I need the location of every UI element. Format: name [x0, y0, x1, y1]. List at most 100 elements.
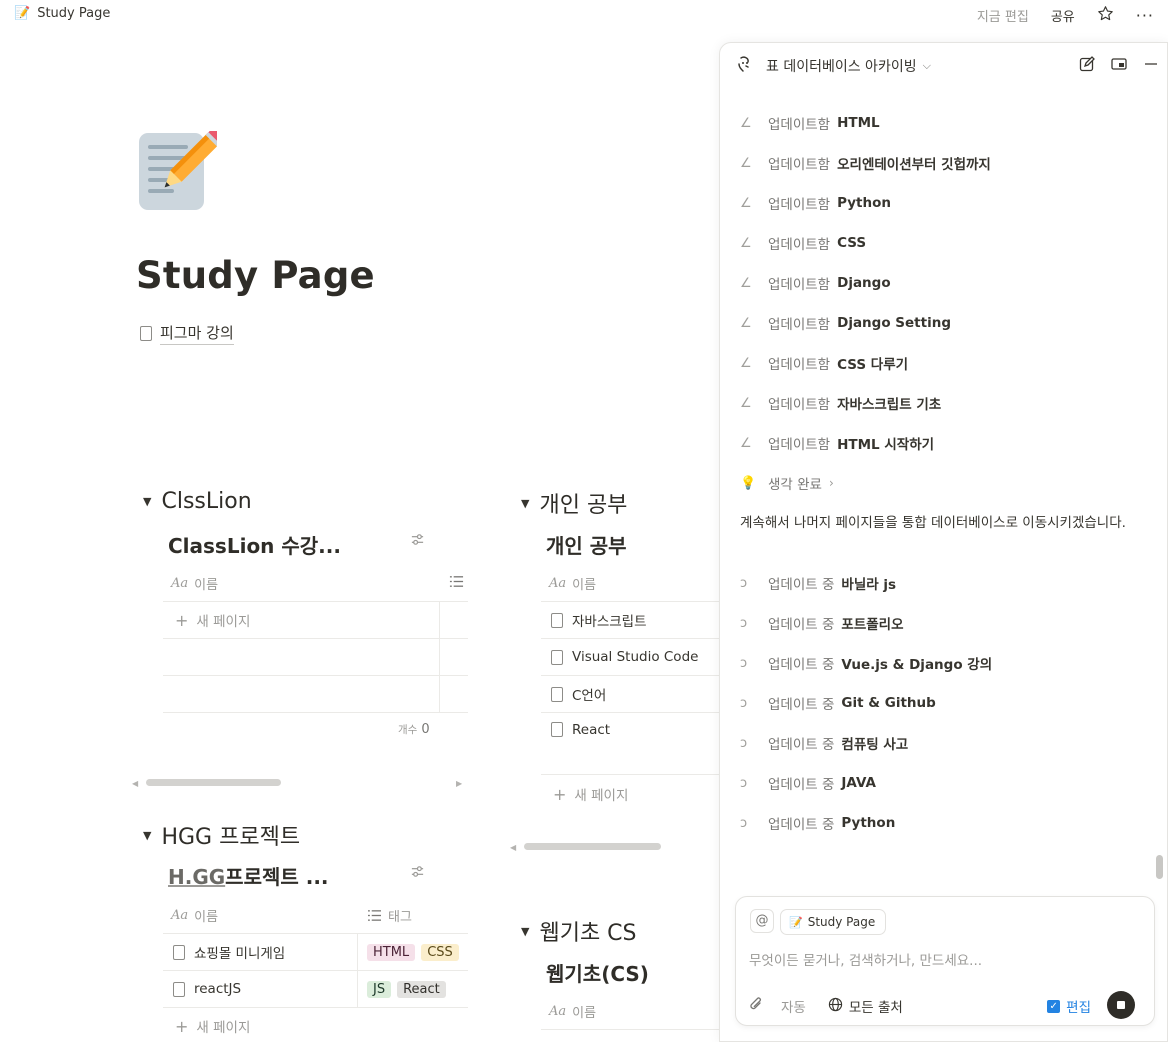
column-header-name[interactable]: 이름	[194, 574, 218, 593]
page-title[interactable]: Study Page	[136, 254, 375, 297]
list-item[interactable]: ↄ 업데이트 중 Vue.js & Django 강의	[740, 653, 993, 674]
scroll-left-icon[interactable]: ◀	[132, 779, 138, 788]
item-verb: 업데이트 중	[768, 577, 835, 593]
list-item[interactable]: ↄ 업데이트 중 바닐라 js	[740, 573, 896, 594]
edit-toggle[interactable]: ✓ 편집	[1047, 996, 1091, 1016]
list-item[interactable]: ∠ 업데이트함 CSS	[740, 233, 866, 253]
database-title[interactable]: H.GG프로젝트 ...	[168, 861, 329, 890]
column-header-tags[interactable]: 태그	[367, 906, 412, 925]
item-object: HTML 시작하기	[837, 437, 935, 453]
table-row[interactable]	[163, 639, 468, 676]
list-item[interactable]: ∠ 업데이트함 오리엔테이션부터 깃헙까지	[740, 153, 991, 174]
star-icon[interactable]	[1097, 5, 1114, 26]
scroll-right-icon[interactable]: ▶	[456, 779, 462, 788]
model-auto-button[interactable]: 자동	[781, 996, 806, 1016]
horizontal-scrollbar[interactable]	[146, 779, 281, 786]
count-value: 0	[421, 722, 430, 737]
settings-sliders-icon[interactable]	[410, 532, 425, 551]
toggle-clsslion[interactable]: ▼ ClssLion	[143, 489, 252, 514]
column-header-name[interactable]: 이름	[572, 574, 596, 593]
conversation-title-dropdown[interactable]: 표 데이터베이스 아카이빙 ⌵	[766, 56, 931, 76]
sources-button[interactable]: 모든 출처	[828, 996, 903, 1016]
database-title[interactable]: 웹기초(CS)	[546, 958, 649, 987]
share-button[interactable]: 공유	[1051, 6, 1075, 25]
tag-cell[interactable]: JS React	[367, 980, 452, 998]
context-chip[interactable]: 📝 Study Page	[780, 909, 887, 935]
list-item[interactable]: ∠ 업데이트함 Django	[740, 273, 891, 293]
database-title[interactable]: 개인 공부	[546, 530, 627, 559]
toggle-web-cs[interactable]: ▼ 웹기초 CS	[521, 915, 637, 947]
database-title[interactable]: ClassLion 수강...	[168, 530, 341, 559]
new-page-row[interactable]: + 새 페이지	[163, 602, 468, 639]
list-item[interactable]: ↄ 업데이트 중 포트폴리오	[740, 613, 904, 634]
database-title-rest: 프로젝트 ...	[225, 865, 329, 889]
table-row[interactable]	[163, 676, 468, 713]
ellipsis-icon[interactable]: ···	[1136, 6, 1154, 25]
panel-scrollbar[interactable]	[1156, 855, 1163, 879]
memo-icon[interactable]	[137, 126, 226, 211]
thought-toggle[interactable]: 💡 생각 완료 ›	[740, 473, 834, 494]
toggle-arrow-icon[interactable]: ▼	[143, 495, 151, 508]
list-item[interactable]: ↄ 업데이트 중 JAVA	[740, 773, 876, 793]
tag-html: HTML	[367, 943, 416, 961]
item-verb: 업데이트함	[768, 397, 831, 413]
list-item[interactable]: ∠ 업데이트함 CSS 다루기	[740, 353, 908, 374]
horizontal-scrollbar[interactable]	[524, 843, 661, 850]
item-object: JAVA	[841, 775, 876, 791]
table-row[interactable]: Visual Studio Code	[541, 639, 721, 676]
text-type-icon: Aa	[171, 575, 189, 591]
loading-spinner-icon: ↄ	[740, 575, 748, 591]
scroll-left-icon[interactable]: ◀	[510, 843, 516, 852]
table-row[interactable]: 쇼핑몰 미니게임 HTML CSS	[163, 934, 468, 971]
toggle-personal-study[interactable]: ▼ 개인 공부	[521, 487, 627, 519]
list-item[interactable]: ∠ 업데이트함 HTML 시작하기	[740, 433, 935, 454]
conversation-title: 표 데이터베이스 아카이빙	[766, 59, 917, 75]
list-icon[interactable]	[449, 574, 464, 593]
table-row[interactable]: C언어	[541, 676, 721, 713]
child-page-link[interactable]: 피그마 강의	[140, 322, 234, 345]
list-item[interactable]: ∠ 업데이트함 Django Setting	[740, 313, 951, 333]
memo-icon: 📝	[14, 6, 31, 21]
new-chat-icon[interactable]	[1079, 56, 1095, 76]
toggle-hgg-project[interactable]: ▼ HGG 프로젝트	[143, 819, 300, 851]
loading-spinner-icon: ↄ	[740, 775, 748, 791]
item-verb: 업데이트 중	[768, 817, 835, 833]
item-object: Python	[837, 195, 892, 211]
list-item[interactable]: ∠ 업데이트함 Python	[740, 193, 891, 213]
list-item[interactable]: ∠ 업데이트함 HTML	[740, 113, 880, 133]
item-object: HTML	[837, 115, 880, 131]
row-count[interactable]: 개수 0	[398, 722, 430, 737]
item-verb: 업데이트 중	[768, 697, 835, 713]
table-row[interactable]: 자바스크립트	[541, 602, 721, 639]
picture-in-picture-icon[interactable]	[1111, 56, 1127, 76]
list-item[interactable]: ↄ 업데이트 중 Git & Github	[740, 693, 936, 713]
new-page-button[interactable]: + 새 페이지	[553, 784, 629, 805]
tag-cell[interactable]: HTML CSS	[367, 943, 468, 961]
breadcrumb-page-name: Study Page	[37, 6, 111, 21]
settings-sliders-icon[interactable]	[410, 864, 425, 883]
edit-angle-icon: ∠	[740, 435, 752, 451]
database-title-link[interactable]: H.GG	[168, 865, 225, 889]
edit-angle-icon: ∠	[740, 395, 752, 411]
list-item[interactable]: ∠ 업데이트함 자바스크립트 기초	[740, 393, 941, 414]
minimize-icon[interactable]	[1143, 56, 1159, 76]
item-object: Vue.js & Django 강의	[841, 657, 993, 673]
stop-button[interactable]	[1107, 991, 1135, 1019]
column-header-name[interactable]: 이름	[194, 906, 218, 925]
breadcrumb[interactable]: 📝 Study Page	[14, 6, 110, 21]
toggle-arrow-icon[interactable]: ▼	[143, 829, 151, 842]
table-row[interactable]: reactJS JS React	[163, 971, 468, 1008]
new-page-label: 새 페이지	[574, 788, 629, 804]
count-label: 개수	[398, 724, 418, 736]
chat-input[interactable]: 무엇이든 묻거나, 검색하거나, 만드세요...	[749, 949, 982, 969]
column-header-name[interactable]: 이름	[572, 1002, 596, 1021]
checkbox-checked-icon[interactable]: ✓	[1047, 999, 1061, 1013]
toggle-arrow-icon[interactable]: ▼	[521, 925, 529, 938]
list-item[interactable]: ↄ 업데이트 중 컴퓨팅 사고	[740, 733, 908, 754]
mention-button[interactable]: @	[750, 909, 774, 933]
new-page-button[interactable]: + 새 페이지	[175, 1016, 250, 1037]
paperclip-icon[interactable]	[749, 996, 763, 1016]
table-row[interactable]: React	[541, 713, 721, 775]
list-item[interactable]: ↄ 업데이트 중 Python	[740, 813, 895, 833]
toggle-arrow-icon[interactable]: ▼	[521, 497, 529, 510]
